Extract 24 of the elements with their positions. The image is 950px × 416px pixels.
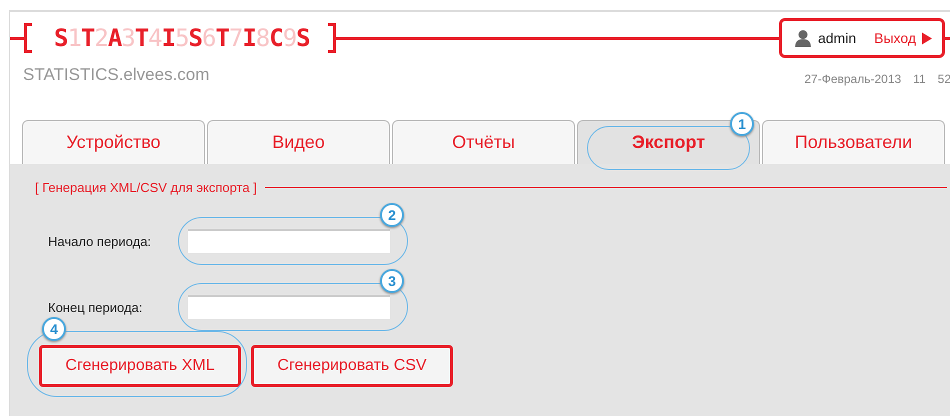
date-time-text: 11	[913, 72, 926, 86]
section-title: [ Генерация XML/CSV для экспорта ]	[35, 180, 257, 195]
tab[interactable]: Устройство	[22, 120, 205, 164]
date-time-text: 52	[938, 72, 950, 86]
callout-badge: 2	[380, 203, 404, 227]
tab[interactable]: Отчёты	[392, 120, 575, 164]
callout-badge: 1	[730, 112, 754, 136]
username: admin	[818, 30, 856, 46]
field-label: Начало периода:	[48, 234, 152, 248]
input-field[interactable]	[188, 229, 390, 253]
date-time-text: 27-Февраль-2013	[804, 72, 902, 86]
callout-badge: 4	[42, 317, 66, 341]
tab[interactable]: Видео	[207, 120, 390, 164]
play-icon	[922, 32, 932, 44]
generate-button[interactable]: Сгенерировать CSV	[251, 345, 453, 387]
callout-badge: 3	[380, 269, 404, 293]
user-icon	[794, 29, 812, 47]
logo: S1T2A3T4I5S6T7I8C9S	[53, 24, 311, 52]
generate-button[interactable]: Сгенерировать XML	[39, 345, 241, 387]
input-field[interactable]	[188, 295, 390, 319]
tab[interactable]: Пользователи	[762, 120, 945, 164]
field-label: Конец периода:	[48, 300, 144, 314]
logout-link[interactable]: Выход	[874, 30, 932, 46]
site-name: STATISTICS.elvees.com	[23, 65, 210, 85]
